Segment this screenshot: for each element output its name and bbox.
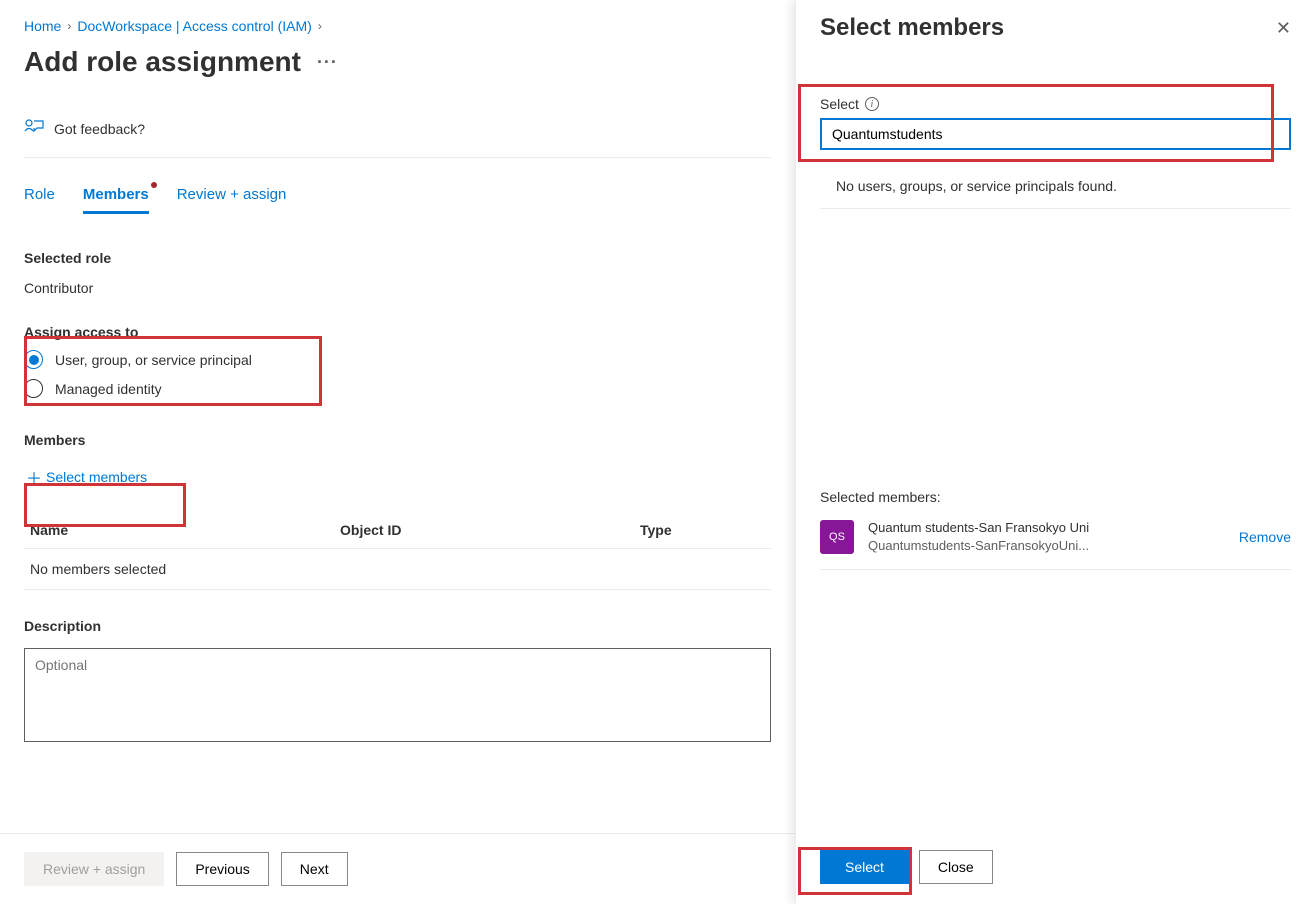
radio-user-group-label: User, group, or service principal xyxy=(55,352,252,368)
select-members-text: Select members xyxy=(46,469,147,485)
members-table: Name Object ID Type No members selected xyxy=(24,512,771,590)
selected-member-row: QS Quantum students-San Fransokyo Uni Qu… xyxy=(820,505,1291,570)
remove-member-link[interactable]: Remove xyxy=(1239,529,1291,545)
footer-bar: Review + assign Previous Next xyxy=(0,833,795,904)
plus-icon: ＋ xyxy=(26,465,42,489)
radio-icon xyxy=(24,350,43,369)
next-button[interactable]: Next xyxy=(281,852,348,886)
page-title: Add role assignment xyxy=(24,46,301,78)
th-name: Name xyxy=(30,522,340,538)
th-type: Type xyxy=(640,522,760,538)
no-results-text: No users, groups, or service principals … xyxy=(820,178,1291,209)
tab-role[interactable]: Role xyxy=(24,186,55,214)
member-detail: Quantumstudents-SanFransokyoUni... xyxy=(868,537,1225,555)
member-search-input[interactable] xyxy=(820,118,1291,150)
description-input[interactable] xyxy=(24,648,771,742)
feedback-link[interactable]: Got feedback? xyxy=(24,118,771,158)
review-assign-button[interactable]: Review + assign xyxy=(24,852,164,886)
member-name: Quantum students-San Fransokyo Uni xyxy=(868,519,1225,537)
radio-icon xyxy=(24,379,43,398)
select-button[interactable]: Select xyxy=(820,850,909,884)
assign-access-label: Assign access to xyxy=(24,324,771,340)
previous-button[interactable]: Previous xyxy=(176,852,268,886)
selected-members-label: Selected members: xyxy=(820,209,1291,505)
selected-role-label: Selected role xyxy=(24,250,771,266)
feedback-label: Got feedback? xyxy=(54,121,145,137)
tab-review[interactable]: Review + assign xyxy=(177,186,287,214)
select-members-link[interactable]: ＋ Select members xyxy=(24,462,149,492)
chevron-right-icon: › xyxy=(67,19,71,33)
select-members-panel: Select members ✕ Select i No users, grou… xyxy=(795,0,1315,904)
info-icon[interactable]: i xyxy=(865,97,879,111)
panel-title: Select members xyxy=(820,14,1004,42)
members-label: Members xyxy=(24,432,771,448)
select-label: Select xyxy=(820,96,859,112)
feedback-icon xyxy=(24,118,44,139)
breadcrumb: Home › DocWorkspace | Access control (IA… xyxy=(24,18,771,34)
tabs: Role Members Review + assign xyxy=(24,186,771,214)
close-icon[interactable]: ✕ xyxy=(1276,18,1291,39)
description-label: Description xyxy=(24,618,771,634)
close-button[interactable]: Close xyxy=(919,850,993,884)
breadcrumb-workspace[interactable]: DocWorkspace | Access control (IAM) xyxy=(77,18,311,34)
radio-managed-identity-label: Managed identity xyxy=(55,381,162,397)
radio-user-group[interactable]: User, group, or service principal xyxy=(24,350,771,369)
th-objid: Object ID xyxy=(340,522,640,538)
table-empty-row: No members selected xyxy=(24,549,771,590)
tab-members[interactable]: Members xyxy=(83,186,149,214)
breadcrumb-home[interactable]: Home xyxy=(24,18,61,34)
chevron-right-icon: › xyxy=(318,19,322,33)
radio-managed-identity[interactable]: Managed identity xyxy=(24,379,771,398)
selected-role-value: Contributor xyxy=(24,280,771,296)
more-icon[interactable]: ··· xyxy=(317,52,338,73)
avatar: QS xyxy=(820,520,854,554)
